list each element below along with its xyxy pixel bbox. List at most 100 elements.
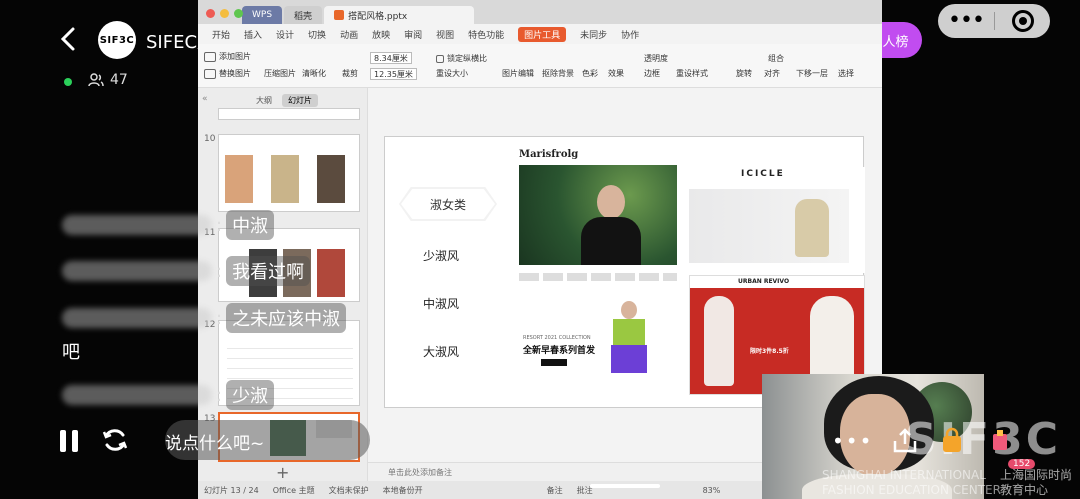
selected-category: 淑女类 (401, 189, 495, 219)
close-button[interactable] (995, 10, 1050, 32)
comment-input[interactable]: 说点什么吧~ (165, 420, 370, 460)
model-face (597, 185, 625, 219)
pause-button[interactable] (60, 430, 78, 452)
sharpen-label: 清晰化 (302, 69, 326, 78)
menu-design[interactable]: 设计 (276, 28, 294, 41)
pptx-icon (334, 10, 345, 20)
chat-message: : 少淑 (62, 380, 275, 410)
refresh-icon (102, 429, 128, 451)
menu-slideshow[interactable]: 放映 (372, 28, 390, 41)
image-edit-button[interactable]: 图片编辑 (502, 68, 534, 79)
category-hexagon: 淑女类 (399, 187, 497, 221)
height-value: 8.34厘米 (370, 52, 412, 64)
more-button[interactable]: ••• (938, 10, 994, 32)
effect-button[interactable]: 效果 (608, 68, 624, 79)
viewer-count[interactable]: 47 (88, 72, 128, 88)
slide-thumbnail-10[interactable] (218, 134, 360, 212)
slide-number: 10 (204, 134, 216, 144)
share-icon[interactable] (891, 427, 919, 455)
menu-transition[interactable]: 切换 (308, 28, 326, 41)
menu-start[interactable]: 开始 (212, 28, 230, 41)
chat-message: : 之未应该中淑 (62, 303, 347, 333)
chat-username (62, 385, 212, 405)
add-image-label: 添加图片 (219, 52, 251, 61)
sharpen-button[interactable]: 清晰化 (302, 68, 326, 79)
refresh-button[interactable] (100, 426, 130, 456)
replace-image-button[interactable]: 替换图片 (204, 68, 251, 79)
select-button[interactable]: 选择 (838, 68, 854, 79)
effect-label: 效果 (608, 69, 624, 78)
color-label: 色彩 (582, 69, 598, 78)
height-field[interactable]: 8.34厘米 (370, 52, 412, 64)
rotate-label: 旋转 (736, 69, 752, 78)
align-label: 对齐 (764, 69, 780, 78)
watermark-chinese-line1: 上海国际时尚 (1000, 468, 1073, 482)
tab-slides[interactable]: 幻灯片 (282, 94, 318, 107)
menu-review[interactable]: 审阅 (404, 28, 422, 41)
chat-separator: : (216, 260, 223, 282)
maximize-dot-icon[interactable] (234, 9, 243, 18)
chat-text: 之未应该中淑 (226, 303, 347, 333)
lock-ratio-checkbox[interactable]: 锁定纵横比 (436, 53, 487, 64)
marisfrolg-photo (519, 165, 677, 265)
current-slide[interactable]: 淑女类 少淑风 中淑风 大淑风 Marisfrolg ICICLE RESORT… (384, 136, 865, 408)
compress-button[interactable]: 压缩图片 (264, 68, 296, 79)
minimize-dot-icon[interactable] (220, 9, 229, 18)
chat-message-continued: 吧 (62, 336, 86, 366)
backup-status[interactable]: 本地备份开 (383, 485, 423, 496)
compress-label: 压缩图片 (264, 69, 296, 78)
reset-style-button[interactable]: 重设样式 (676, 68, 708, 79)
add-image-button[interactable]: 添加图片 (204, 51, 251, 62)
menu-features[interactable]: 特色功能 (468, 28, 504, 41)
menu-picture-tools[interactable]: 图片工具 (518, 26, 567, 42)
chat-separator: : (216, 307, 223, 329)
down-layer-label: 下移一层 (796, 69, 828, 78)
combine-button[interactable]: 组合 (768, 53, 784, 64)
window-controls (206, 9, 243, 18)
tab-outline[interactable]: 大纲 (250, 94, 278, 107)
pause-bar (60, 430, 66, 452)
pause-bar (72, 430, 78, 452)
menu-collab[interactable]: 协作 (621, 28, 639, 41)
like-count-badge: 152 (1008, 459, 1036, 469)
remove-bg-button[interactable]: 抠除背景 (542, 68, 574, 79)
image-edit-label: 图片编辑 (502, 69, 534, 78)
rotate-button[interactable]: 旋转 (736, 68, 752, 79)
notes-toggle[interactable]: 备注 (547, 485, 563, 496)
menu-view[interactable]: 视图 (436, 28, 454, 41)
close-dot-icon[interactable] (206, 9, 215, 18)
reset-size-button[interactable]: 重设大小 (436, 68, 468, 79)
tab-document[interactable]: 搭配风格.pptx (324, 6, 475, 24)
reset-style-label: 重设样式 (676, 69, 708, 78)
menu-animation[interactable]: 动画 (340, 28, 358, 41)
color-button[interactable]: 色彩 (582, 68, 598, 79)
zoom-level[interactable]: 83% (703, 486, 721, 495)
down-layer-button[interactable]: 下移一层 (796, 68, 828, 79)
menu-insert[interactable]: 插入 (244, 28, 262, 41)
checkbox-icon (436, 54, 444, 63)
border-button[interactable]: 边框 (644, 68, 660, 79)
collapse-panel-icon[interactable]: « (202, 94, 208, 104)
tab-daoke[interactable]: 稻壳 (284, 6, 323, 24)
width-field[interactable]: 12.35厘米 (370, 68, 417, 80)
chat-username (62, 215, 212, 235)
more-actions-icon[interactable]: ••• (832, 429, 873, 453)
promo-model (609, 301, 649, 387)
brand-marisfrolg: Marisfrolg (519, 149, 579, 160)
transparency-button[interactable]: 透明度 (644, 53, 668, 64)
icicle-photo (689, 189, 849, 263)
shopping-icon[interactable] (937, 426, 967, 456)
slide-thumbnail-9[interactable] (218, 108, 360, 120)
align-button[interactable]: 对齐 (764, 68, 780, 79)
gift-like-icon[interactable] (985, 426, 1015, 456)
playback-progress[interactable] (590, 484, 660, 488)
model-figure (795, 199, 829, 257)
back-button[interactable] (58, 24, 82, 56)
streamer-avatar[interactable]: SIF3C (98, 21, 136, 59)
slide-position: 幻灯片 13 / 24 (204, 485, 259, 495)
tab-wps[interactable]: WPS (242, 6, 283, 24)
crop-button[interactable]: 裁剪 (342, 68, 358, 79)
menu-sync[interactable]: 未同步 (580, 28, 607, 41)
add-slide-button[interactable]: + (276, 463, 289, 482)
protect-status[interactable]: 文档未保护 (329, 485, 369, 496)
